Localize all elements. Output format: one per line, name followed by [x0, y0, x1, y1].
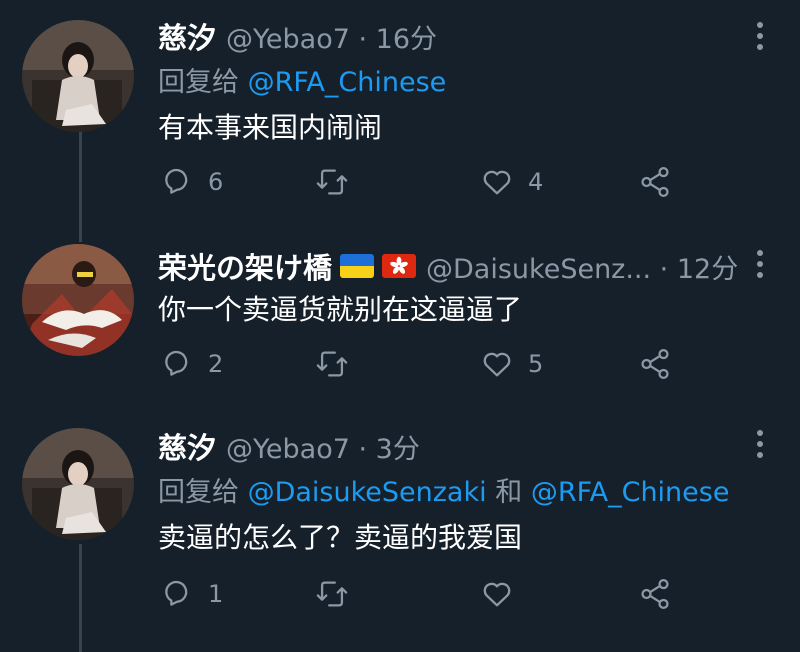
retweet-icon: [316, 581, 348, 607]
share-button[interactable]: [638, 574, 672, 614]
retweet-icon: [316, 169, 348, 195]
reply-count: 1: [208, 580, 224, 608]
handle-and-time[interactable]: @DaisukeSenz... · 12分: [426, 247, 738, 286]
reply-joiner: 和: [495, 477, 523, 508]
display-name[interactable]: 慈汐: [158, 15, 216, 57]
tweet-header: 慈汐 @Yebao7 · 3分: [158, 424, 420, 468]
action-bar: 6 4: [0, 162, 800, 202]
reply-button[interactable]: 2: [160, 344, 223, 384]
like-count: 5: [528, 350, 544, 378]
reply-icon: [165, 168, 188, 194]
tweet[interactable]: 慈汐 @Yebao7 · 3分 回复给 @DaisukeSenzaki 和 @R…: [0, 424, 800, 652]
like-button[interactable]: 4: [480, 162, 543, 202]
retweet-icon: [316, 351, 348, 377]
share-icon: [641, 578, 669, 610]
reply-icon: [165, 580, 188, 606]
tweet-text: 你一个卖逼货就别在这逼逼了: [158, 293, 523, 326]
handle-and-time[interactable]: @Yebao7 · 16分: [226, 17, 437, 56]
mention-link[interactable]: @RFA_Chinese: [248, 67, 447, 98]
more-icon[interactable]: [748, 18, 772, 54]
reply-button[interactable]: 6: [160, 162, 223, 202]
like-count: 4: [528, 168, 544, 196]
share-icon: [641, 348, 669, 380]
tweet[interactable]: 荣光の架け橋 @DaisukeSenz... · 12分 你一个卖逼货就别在这逼…: [0, 244, 800, 394]
reply-icon: [165, 350, 188, 376]
like-button[interactable]: 5: [480, 344, 543, 384]
retweet-button[interactable]: [315, 344, 363, 384]
tweet-header: 慈汐 @Yebao7 · 16分: [158, 14, 437, 58]
tweet[interactable]: 慈汐 @Yebao7 · 16分 回复给 @RFA_Chinese 有本事来国内…: [0, 14, 800, 224]
tweet-text: 有本事来国内闹闹: [158, 111, 383, 144]
like-icon: [483, 352, 511, 377]
avatar[interactable]: [22, 20, 134, 132]
reply-prefix: 回复给: [158, 67, 239, 98]
mention-link[interactable]: @DaisukeSenzaki: [248, 477, 487, 508]
like-icon: [483, 170, 511, 195]
hong-kong-flag-icon: [382, 254, 417, 278]
action-bar: 2 5: [0, 344, 800, 384]
display-name[interactable]: 荣光の架け橋: [158, 245, 332, 287]
more-icon[interactable]: [748, 246, 772, 282]
like-button[interactable]: [480, 574, 528, 614]
tweet-header: 荣光の架け橋 @DaisukeSenz... · 12分: [158, 244, 738, 288]
mention-link[interactable]: @RFA_Chinese: [531, 477, 730, 508]
retweet-button[interactable]: [315, 574, 363, 614]
reply-button[interactable]: 1: [160, 574, 223, 614]
reply-to-line: 回复给 @RFA_Chinese: [158, 60, 446, 99]
share-button[interactable]: [638, 344, 672, 384]
reply-prefix: 回复给: [158, 477, 239, 508]
tweet-text: 卖逼的怎么了？卖逼的我爱国: [158, 521, 523, 554]
share-icon: [641, 166, 669, 198]
action-bar: 1: [0, 574, 800, 614]
ukraine-flag-icon: [340, 254, 375, 278]
like-icon: [483, 582, 511, 607]
reply-count: 6: [208, 168, 224, 196]
avatar[interactable]: [22, 244, 134, 356]
reply-to-line: 回复给 @DaisukeSenzaki 和 @RFA_Chinese: [158, 470, 729, 509]
share-button[interactable]: [638, 162, 672, 202]
retweet-button[interactable]: [315, 162, 363, 202]
display-name[interactable]: 慈汐: [158, 425, 216, 467]
avatar[interactable]: [22, 428, 134, 540]
handle-and-time[interactable]: @Yebao7 · 3分: [226, 427, 420, 466]
more-icon[interactable]: [748, 426, 772, 462]
reply-count: 2: [208, 350, 224, 378]
